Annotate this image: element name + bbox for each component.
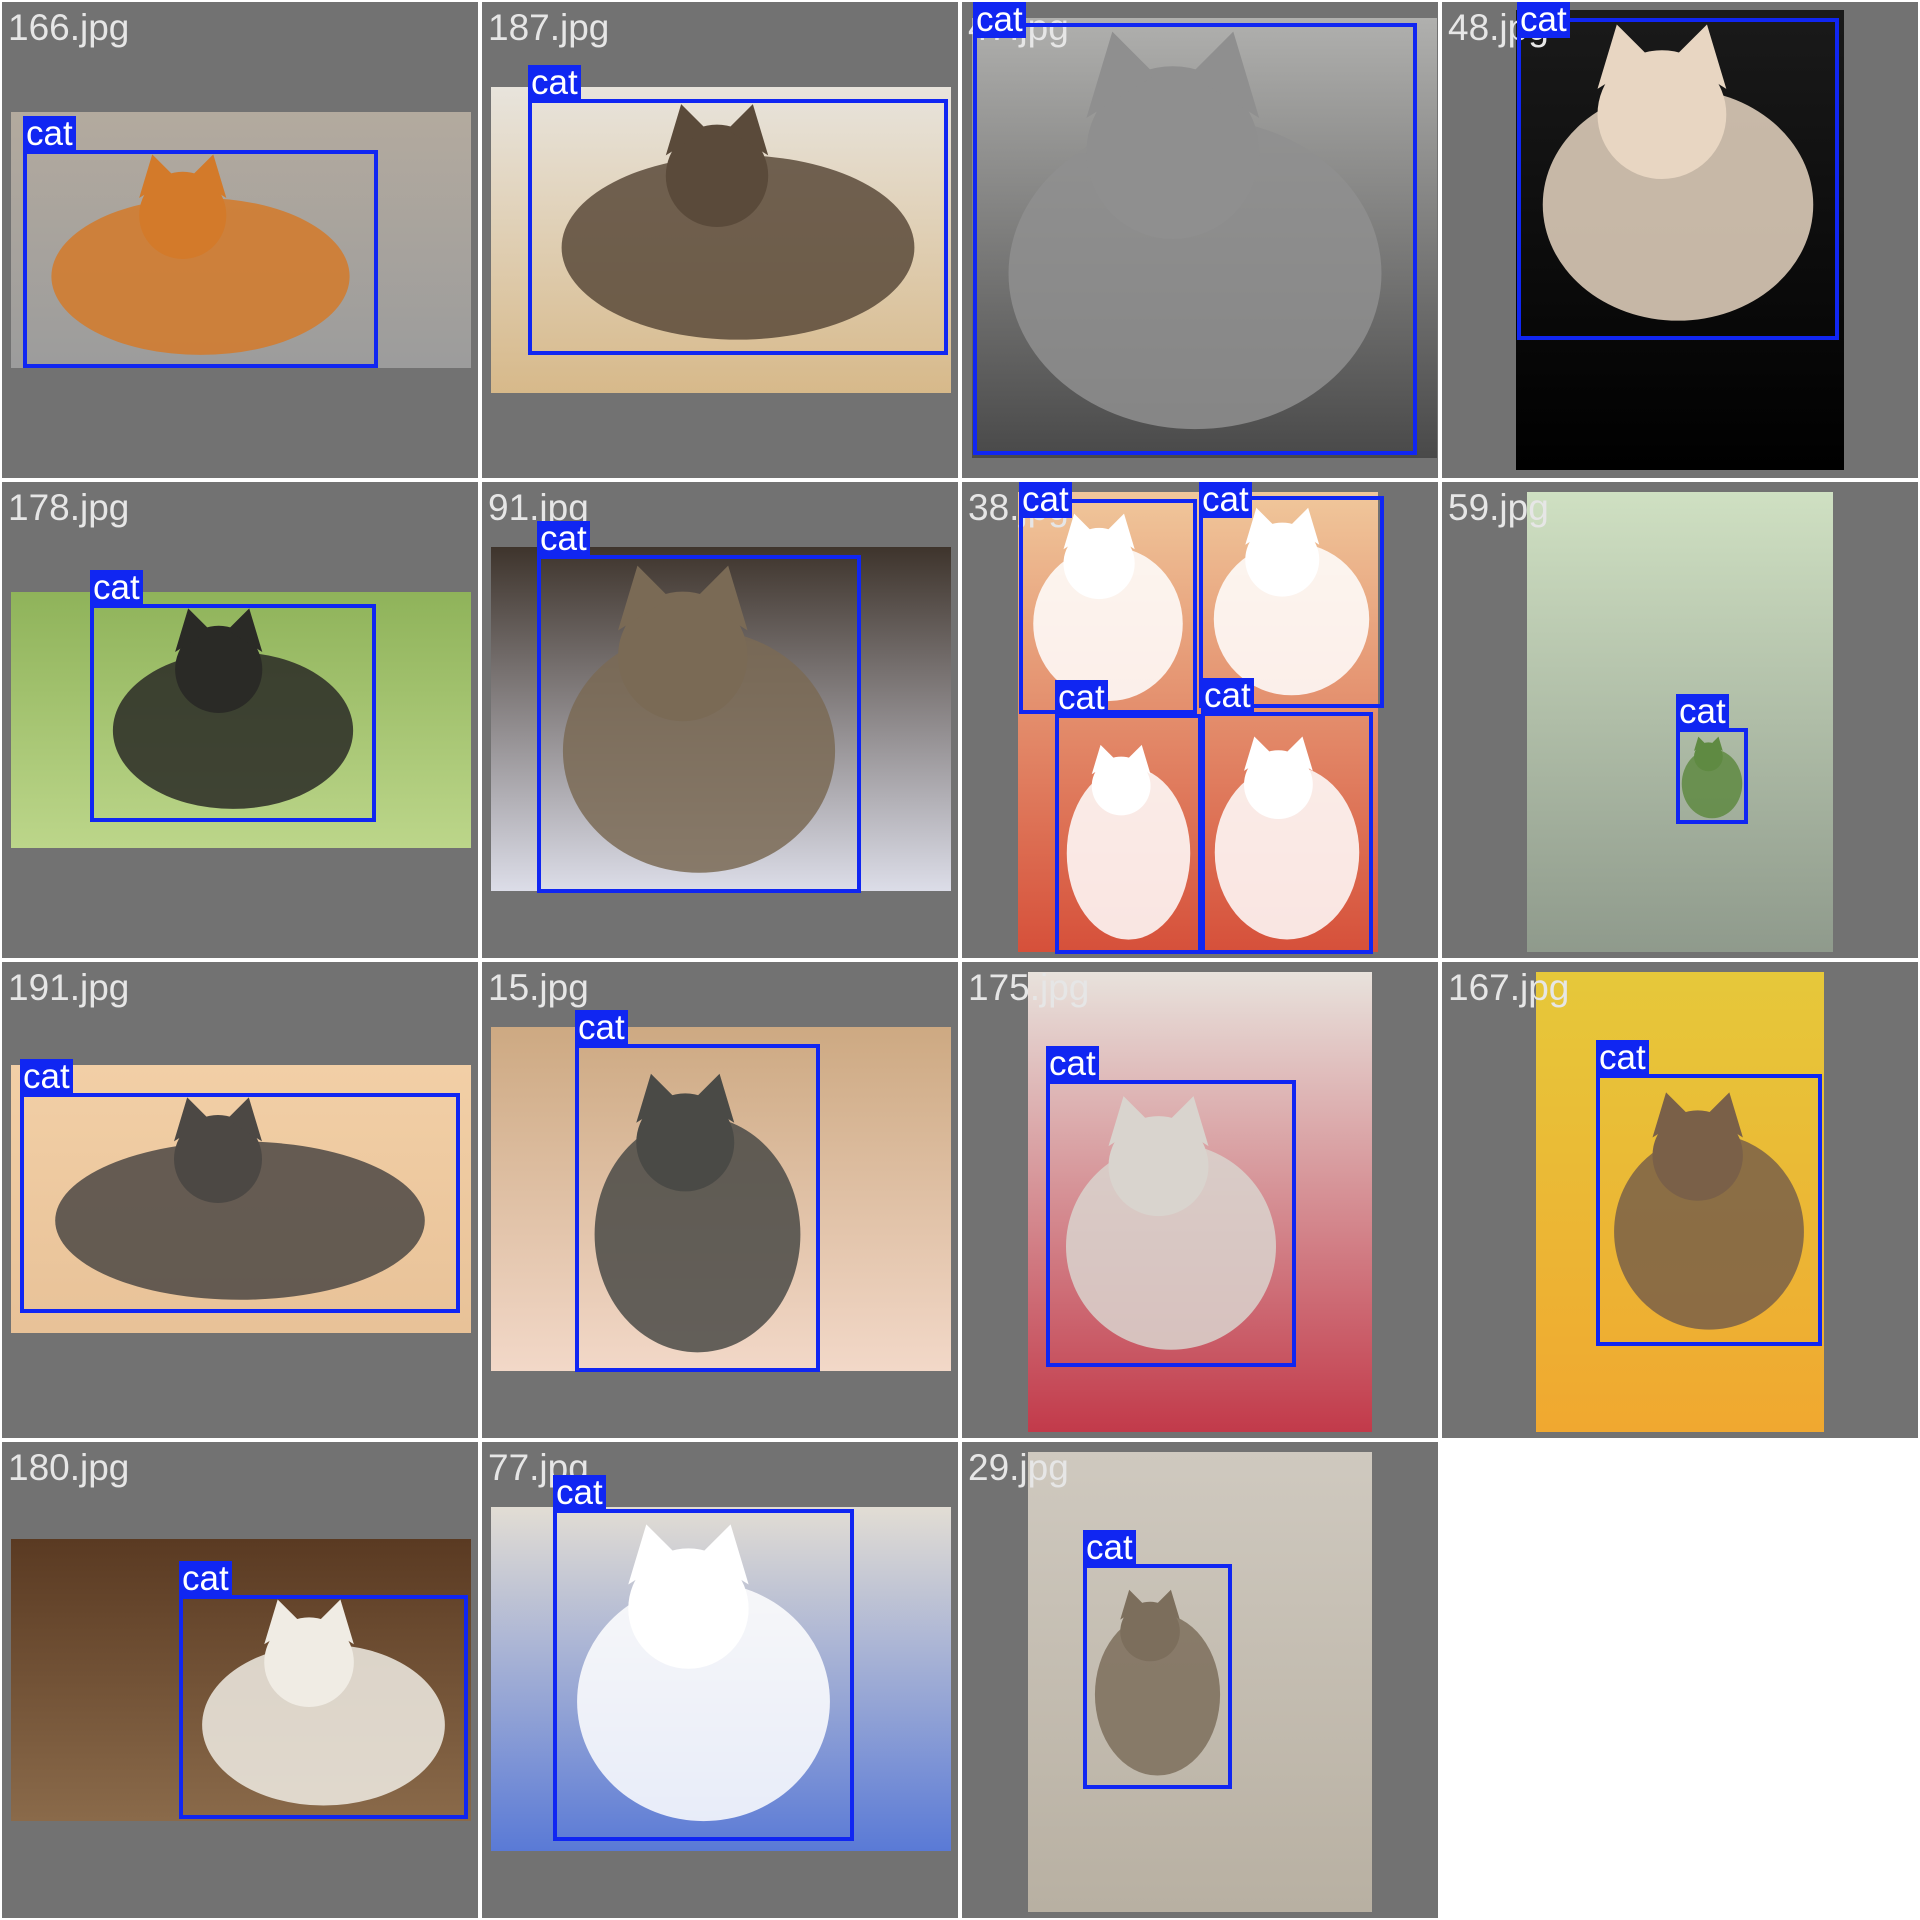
- class-tag: cat: [179, 1561, 232, 1597]
- detection-tile: 187.jpg cat: [482, 2, 958, 478]
- bounding-box: [20, 1093, 460, 1313]
- detection-tile: 166.jpg cat: [2, 2, 478, 478]
- bounding-box: [1676, 728, 1748, 824]
- bounding-box: [1083, 1564, 1232, 1789]
- filename-label: 15.jpg: [488, 967, 589, 1008]
- bounding-box: [553, 1509, 854, 1841]
- class-tag: cat: [575, 1010, 628, 1046]
- bounding-box: [1019, 499, 1197, 714]
- filename-label: 167.jpg: [1448, 967, 1570, 1008]
- filename-label: 59.jpg: [1448, 487, 1549, 528]
- class-tag: cat: [1199, 482, 1252, 518]
- bounding-box: [179, 1595, 468, 1819]
- class-tag: cat: [23, 116, 76, 152]
- bounding-box: [1517, 18, 1839, 340]
- detection-tile: 29.jpg cat: [962, 1442, 1438, 1918]
- detection-tile: 180.jpg cat: [2, 1442, 478, 1918]
- detection-tile: 167.jpg cat: [1442, 962, 1918, 1438]
- class-tag: cat: [90, 570, 143, 606]
- bounding-box: [973, 23, 1417, 455]
- bounding-box: [1201, 712, 1373, 954]
- bounding-box: [528, 99, 948, 355]
- bounding-box: [23, 150, 378, 368]
- filename-label: 166.jpg: [8, 7, 130, 48]
- detection-tile: 178.jpg cat: [2, 482, 478, 958]
- class-tag: cat: [20, 1059, 73, 1095]
- class-tag: cat: [1201, 678, 1254, 714]
- detection-tile: 59.jpg cat: [1442, 482, 1918, 958]
- class-tag: cat: [537, 521, 590, 557]
- class-tag: cat: [1517, 2, 1570, 38]
- class-tag: cat: [1596, 1040, 1649, 1076]
- detection-tile: 38.jpgcatcatcatcat: [962, 482, 1438, 958]
- class-tag: cat: [1019, 482, 1072, 518]
- bounding-box: [575, 1044, 820, 1372]
- bounding-box: [1046, 1080, 1296, 1367]
- class-tag: cat: [553, 1475, 606, 1511]
- filename-label: 178.jpg: [8, 487, 130, 528]
- detection-tile: 191.jpg cat: [2, 962, 478, 1438]
- detection-tile: 77.jpg cat: [482, 1442, 958, 1918]
- class-tag: cat: [1676, 694, 1729, 730]
- filename-label: 187.jpg: [488, 7, 610, 48]
- detection-tile: 91.jpg cat: [482, 482, 958, 958]
- filename-label: 175.jpg: [968, 967, 1090, 1008]
- filename-label: 191.jpg: [8, 967, 130, 1008]
- filename-label: 29.jpg: [968, 1447, 1069, 1488]
- detection-tile: 48.jpg cat: [1442, 2, 1918, 478]
- class-tag: cat: [528, 65, 581, 101]
- detection-mosaic: 166.jpgcat187.jpgcat47.jpgcat48.jpgcat17…: [0, 0, 1920, 1920]
- detection-tile: 47.jpgcat: [962, 2, 1438, 478]
- class-tag: cat: [1055, 680, 1108, 716]
- detection-tile: 15.jpg cat: [482, 962, 958, 1438]
- bounding-box: [1596, 1074, 1822, 1346]
- detection-tile: 175.jpg cat: [962, 962, 1438, 1438]
- class-tag: cat: [1083, 1530, 1136, 1566]
- bounding-box: [537, 555, 861, 893]
- class-tag: cat: [973, 2, 1026, 38]
- bounding-box: [1055, 714, 1202, 954]
- bounding-box: [90, 604, 376, 822]
- class-tag: cat: [1046, 1046, 1099, 1082]
- filename-label: 180.jpg: [8, 1447, 130, 1488]
